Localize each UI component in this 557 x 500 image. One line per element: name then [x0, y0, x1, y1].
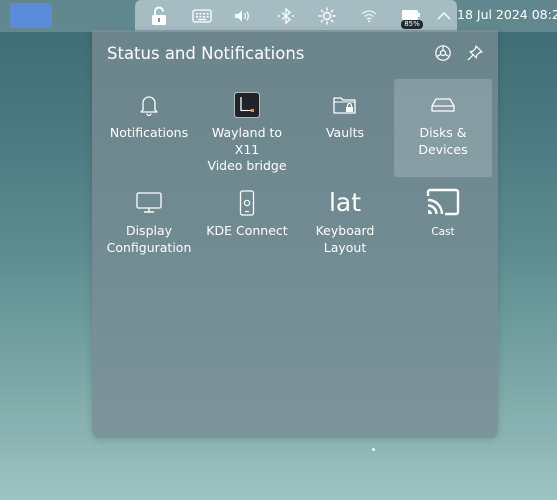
monitor-icon: [100, 189, 198, 217]
tile-keyboard-layout[interactable]: lat Keyboard Layout: [296, 177, 394, 275]
panel-task-item[interactable]: [10, 3, 52, 28]
configure-icon[interactable]: [432, 42, 454, 64]
tile-label: Vaults: [325, 125, 365, 140]
tile-label: Keyboard Layout: [315, 223, 375, 255]
tile-label: Display Configuration: [106, 223, 192, 255]
tile-label: Wayland to X11 Video bridge: [207, 125, 287, 173]
tile-wayland-video-bridge[interactable]: Wayland to X11 Video bridge: [198, 79, 296, 177]
drive-icon: [394, 91, 492, 119]
tile-label: KDE Connect: [206, 223, 288, 238]
tile-cast[interactable]: Cast: [394, 177, 492, 275]
tile-label: Cast: [431, 226, 455, 238]
bluetooth-icon[interactable]: [276, 6, 296, 26]
lock-open-icon[interactable]: [149, 6, 169, 26]
status-notifications-popup: Status and Notifications Notifications W…: [92, 30, 498, 438]
wallpaper-sparkle: [372, 448, 375, 451]
pin-icon[interactable]: [464, 42, 486, 64]
volume-icon[interactable]: [233, 6, 253, 26]
terminal-app-icon: [198, 91, 296, 119]
chevron-up-icon[interactable]: [434, 6, 454, 26]
cast-icon: [394, 187, 492, 217]
tile-notifications[interactable]: Notifications: [100, 79, 198, 177]
phone-icon: [198, 189, 296, 217]
bell-icon: [100, 91, 198, 119]
battery-percent-badge: 85%: [401, 20, 423, 29]
wifi-icon[interactable]: [359, 6, 379, 26]
top-panel: 85% 18 Jul 2024 08:26: [0, 0, 557, 32]
tile-kde-connect[interactable]: KDE Connect: [198, 177, 296, 275]
tile-display-configuration[interactable]: Display Configuration: [100, 177, 198, 275]
popup-title: Status and Notifications: [107, 44, 305, 63]
folder-lock-icon: [296, 91, 394, 119]
keyboard-layout-indicator: lat: [328, 188, 362, 217]
keyboard-icon[interactable]: [192, 6, 212, 26]
brightness-icon[interactable]: [317, 6, 337, 26]
tile-label: Disks & Devices: [418, 125, 468, 157]
tile-disks-devices[interactable]: Disks & Devices: [394, 79, 492, 177]
tile-label: Notifications: [109, 125, 189, 140]
clock[interactable]: 18 Jul 2024 08:26: [457, 7, 557, 22]
tile-vaults[interactable]: Vaults: [296, 79, 394, 177]
